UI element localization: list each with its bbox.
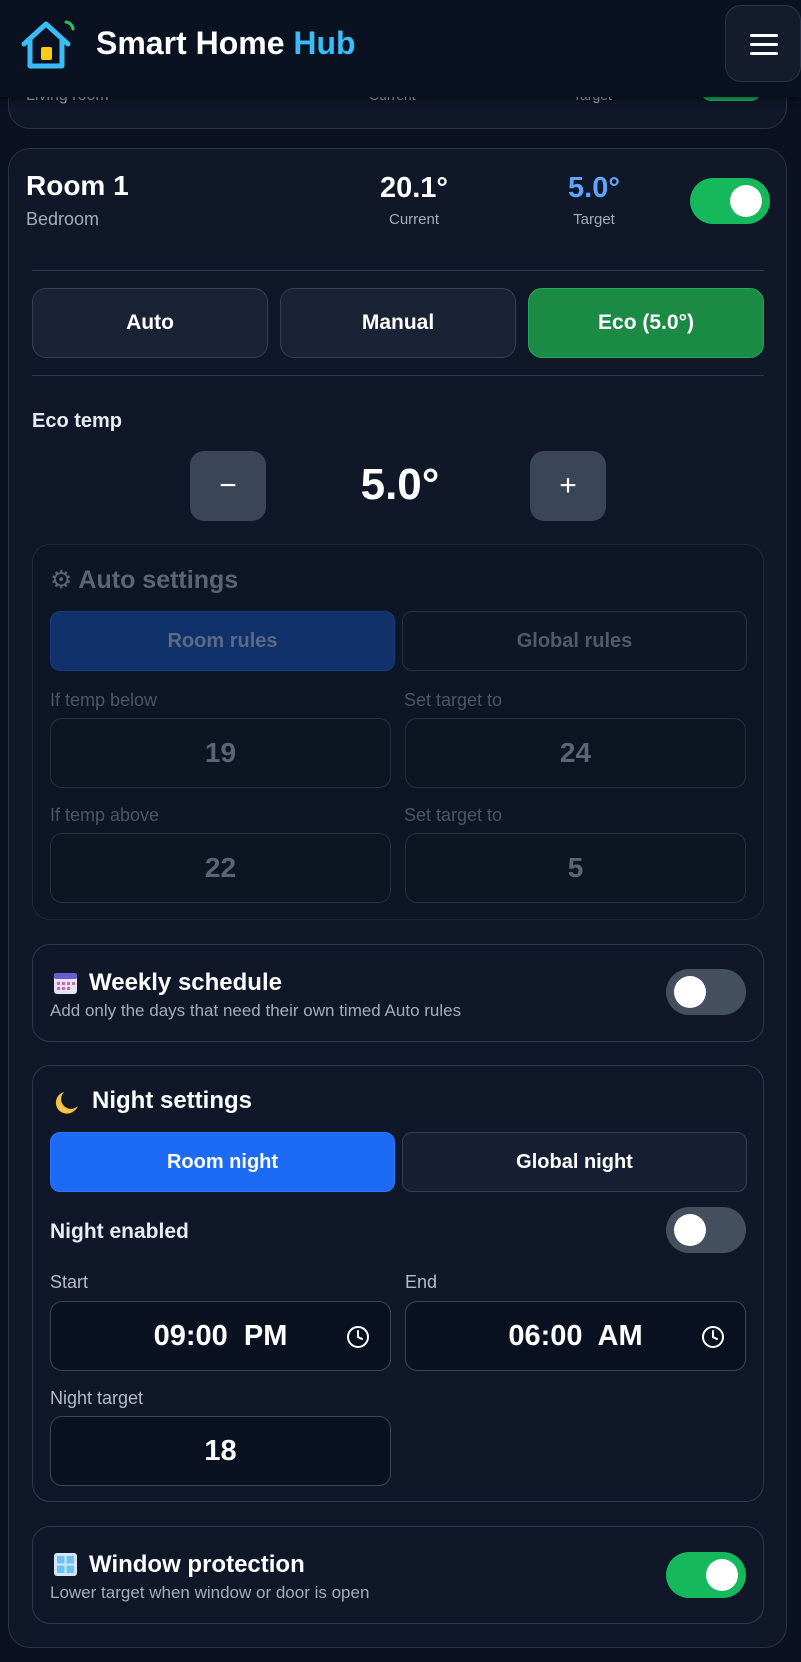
- night-end-label: End: [405, 1272, 438, 1292]
- night-end-time-value: 06:00 AM: [508, 1319, 643, 1352]
- mode-eco-button[interactable]: Eco (5.0°): [528, 288, 764, 358]
- current-temp-value: 20.1°: [379, 172, 449, 204]
- window-protection-title: Window protection: [89, 1551, 305, 1578]
- eco-decrease-button[interactable]: −: [190, 451, 266, 521]
- room-name: Room 1: [26, 170, 129, 201]
- set-target-below-input[interactable]: 24: [405, 718, 746, 788]
- tab-room-rules[interactable]: Room rules: [50, 611, 395, 671]
- night-start-time-input[interactable]: 09:00 PM: [50, 1301, 391, 1371]
- auto-settings-title: ⚙ Auto settings: [50, 566, 239, 594]
- target-temp-value: 5.0°: [568, 172, 620, 204]
- room-type: Bedroom: [26, 209, 100, 229]
- toggle-knob: [706, 1559, 738, 1591]
- if-temp-below-input[interactable]: 19: [50, 718, 391, 788]
- night-target-label: Night target: [50, 1388, 144, 1408]
- toggle-knob: [674, 1214, 706, 1246]
- menu-button[interactable]: [725, 5, 801, 82]
- set-target-label: Set target to: [404, 690, 503, 710]
- if-temp-below-label: If temp below: [50, 690, 158, 710]
- night-end-time-input[interactable]: 06:00 AM: [405, 1301, 746, 1371]
- window-protection-toggle[interactable]: [666, 1552, 746, 1598]
- tab-global-rules[interactable]: Global rules: [402, 611, 747, 671]
- night-enabled-label: Night enabled: [50, 1220, 189, 1243]
- home-logo-icon: [21, 20, 75, 69]
- target-temp-label: Target: [573, 211, 615, 228]
- menu-line-icon: [750, 52, 778, 55]
- eco-temp-label: Eco temp: [32, 410, 123, 432]
- moon-icon: [55, 1092, 78, 1114]
- divider: [32, 270, 764, 271]
- clock-icon[interactable]: [346, 1325, 370, 1349]
- calendar-icon: [54, 973, 77, 994]
- weekly-schedule-toggle[interactable]: [666, 969, 746, 1015]
- eco-increase-button[interactable]: +: [530, 451, 606, 521]
- weekly-schedule-description: Add only the days that need their own ti…: [50, 1001, 462, 1020]
- mode-auto-button[interactable]: Auto: [32, 288, 268, 358]
- menu-line-icon: [750, 43, 778, 46]
- eco-temp-value: 5.0°: [360, 460, 440, 509]
- night-enabled-toggle[interactable]: [666, 1207, 746, 1253]
- weekly-schedule-title: Weekly schedule: [89, 969, 282, 996]
- night-target-input[interactable]: 18: [50, 1416, 391, 1486]
- night-start-label: Start: [50, 1272, 89, 1292]
- current-temp-label: Current: [388, 211, 440, 228]
- if-temp-above-input[interactable]: 22: [50, 833, 391, 903]
- window-protection-description: Lower target when window or door is open: [50, 1583, 370, 1602]
- night-settings-title: Night settings: [92, 1087, 252, 1114]
- menu-line-icon: [750, 34, 778, 37]
- set-target-label: Set target to: [404, 805, 503, 825]
- set-target-above-input[interactable]: 5: [405, 833, 746, 903]
- toggle-knob: [730, 185, 762, 217]
- if-temp-above-label: If temp above: [50, 805, 160, 825]
- night-start-time-value: 09:00 PM: [153, 1319, 288, 1352]
- room-power-toggle[interactable]: [690, 178, 770, 224]
- app-title-accent: Hub: [293, 25, 356, 61]
- app-title-main: Smart Home: [96, 25, 285, 61]
- divider: [32, 375, 764, 376]
- clock-icon[interactable]: [701, 1325, 725, 1349]
- toggle-knob: [674, 976, 706, 1008]
- app-title: Smart Home Hub: [96, 25, 356, 62]
- mode-manual-button[interactable]: Manual: [280, 288, 516, 358]
- window-icon: [54, 1553, 77, 1576]
- tab-room-night[interactable]: Room night: [50, 1132, 395, 1192]
- tab-global-night[interactable]: Global night: [402, 1132, 747, 1192]
- app-header: Smart Home Hub: [0, 0, 801, 97]
